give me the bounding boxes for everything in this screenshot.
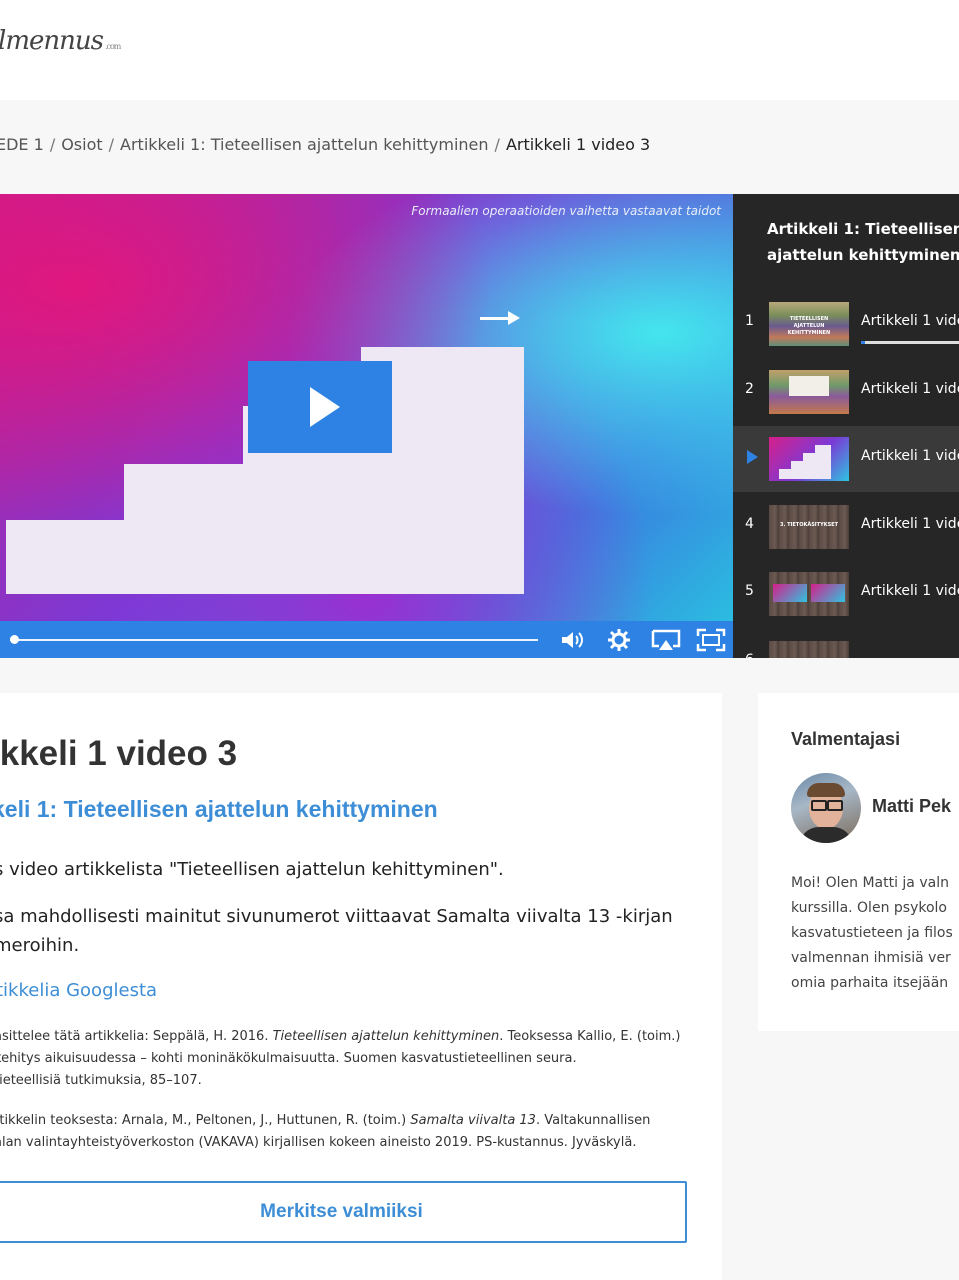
coach-card-title: Valmentajasi <box>791 729 901 749</box>
source-text: rtikkelin teoksesta: Arnala, M., Peltone… <box>0 1113 651 1150</box>
video-thumbnail <box>769 437 849 481</box>
playlist-item-number: 5 <box>745 583 754 599</box>
stair-graphic <box>6 520 524 594</box>
playlist-item[interactable]: 6 <box>733 630 959 658</box>
video-playlist: Artikkeli 1: Tieteellisen ajattelun kehit… <box>733 194 959 658</box>
player-controls <box>0 621 733 658</box>
playlist-item-number: 4 <box>745 516 754 532</box>
coach-name: Matti Pek <box>872 796 952 816</box>
breadcrumb-separator: / <box>49 135 56 154</box>
play-button[interactable] <box>248 361 392 453</box>
video-thumbnail: TIETEELLISEN AJATTELUN KEHITTYMINEN <box>769 302 849 346</box>
progress-bar[interactable] <box>10 639 538 641</box>
play-icon <box>310 387 340 427</box>
video-thumbnail: 3. TIETOKÄSITYKSET <box>769 505 849 549</box>
progress-handle[interactable] <box>10 635 19 644</box>
breadcrumb-link-course[interactable]: EDE 1 <box>0 135 44 154</box>
playlist-title: Artikkeli 1: Tieteellisen ajattelun kehit… <box>767 220 959 264</box>
video-thumbnail <box>769 370 849 414</box>
video-caption: Formaalien operaatioiden vaihetta vastaa… <box>411 204 721 218</box>
airplay-icon[interactable] <box>650 627 682 653</box>
breadcrumb-separator: / <box>108 135 115 154</box>
playlist-item-label: Artikkeli 1 video 2 <box>861 381 959 397</box>
article-subtitle[interactable]: keli 1: Tieteellisen ajattelun kehittymi… <box>0 796 438 823</box>
playlist-item-number: 2 <box>745 381 754 397</box>
coach-avatar <box>791 773 861 843</box>
video-title: ikkeli 1 video 3 <box>0 734 238 773</box>
coach-card: Valmentajasi Matti Pek Moi! Olen Matti j… <box>758 693 959 1031</box>
settings-gear-icon[interactable] <box>606 627 632 653</box>
playlist-item-progress <box>861 341 959 344</box>
google-search-link[interactable]: tikkelia Googlesta <box>0 980 157 1001</box>
playlist-item-active[interactable]: Artikkeli 1 video 3 <box>733 426 959 492</box>
coach-bio: Moi! Olen Matti ja valn kurssilla. Olen … <box>791 875 953 991</box>
intro-text: s video artikkelista "Tieteellisen ajatt… <box>0 859 504 880</box>
stair-graphic <box>124 464 524 524</box>
fullscreen-icon[interactable] <box>695 627 727 653</box>
reference-text: äsittelee tätä artikkelia: Seppälä, H. 2… <box>0 1029 681 1088</box>
site-logo[interactable]: lmennus .com <box>0 26 121 56</box>
breadcrumb-current: Artikkeli 1 video 3 <box>505 135 651 154</box>
playlist-item[interactable]: 4 3. TIETOKÄSITYKSET Artikkeli 1 video 4 <box>733 494 959 560</box>
mark-complete-button[interactable]: Merkitse valmiiksi <box>0 1181 687 1243</box>
arrow-right-graphic <box>480 311 520 325</box>
playlist-item-label: Artikkeli 1 video 4 <box>861 516 959 532</box>
breadcrumb: EDE 1 / Osiot / Artikkeli 1: Tieteellisen aj… <box>0 135 650 154</box>
now-playing-icon <box>747 450 758 464</box>
volume-icon[interactable] <box>559 627 585 653</box>
video-thumbnail <box>769 641 849 658</box>
video-thumbnail <box>769 572 849 616</box>
breadcrumb-link-modules[interactable]: Osiot <box>61 135 102 154</box>
playlist-item[interactable]: 2 Artikkeli 1 video 2 <box>733 359 959 425</box>
site-header: lmennus .com <box>0 0 959 100</box>
playlist-item[interactable]: 1 TIETEELLISEN AJATTELUN KEHITTYMINEN Ar… <box>733 291 959 357</box>
playlist-item-number: 6 <box>745 652 754 658</box>
thumbnail-text: 3. TIETOKÄSITYKSET <box>779 522 838 528</box>
video-player[interactable]: Formaalien operaatioiden vaihetta vastaa… <box>0 194 733 658</box>
thumbnail-text: TIETEELLISEN AJATTELUN KEHITTYMINEN <box>787 316 831 336</box>
playlist-item-number: 1 <box>745 313 754 329</box>
breadcrumb-link-article[interactable]: Artikkeli 1: Tieteellisen ajattelun kehi… <box>120 135 489 154</box>
playlist-item-label: Artikkeli 1 video 5 <box>861 583 959 599</box>
playlist-item-label: Artikkeli 1 video 1 <box>861 313 959 329</box>
playlist-item[interactable]: 5 Artikkeli 1 video 5 <box>733 561 959 627</box>
breadcrumb-separator: / <box>494 135 500 154</box>
note-text: sa mahdollisesti mainitut sivunumerot vi… <box>0 906 673 956</box>
playlist-item-label: Artikkeli 1 video 3 <box>861 448 959 464</box>
